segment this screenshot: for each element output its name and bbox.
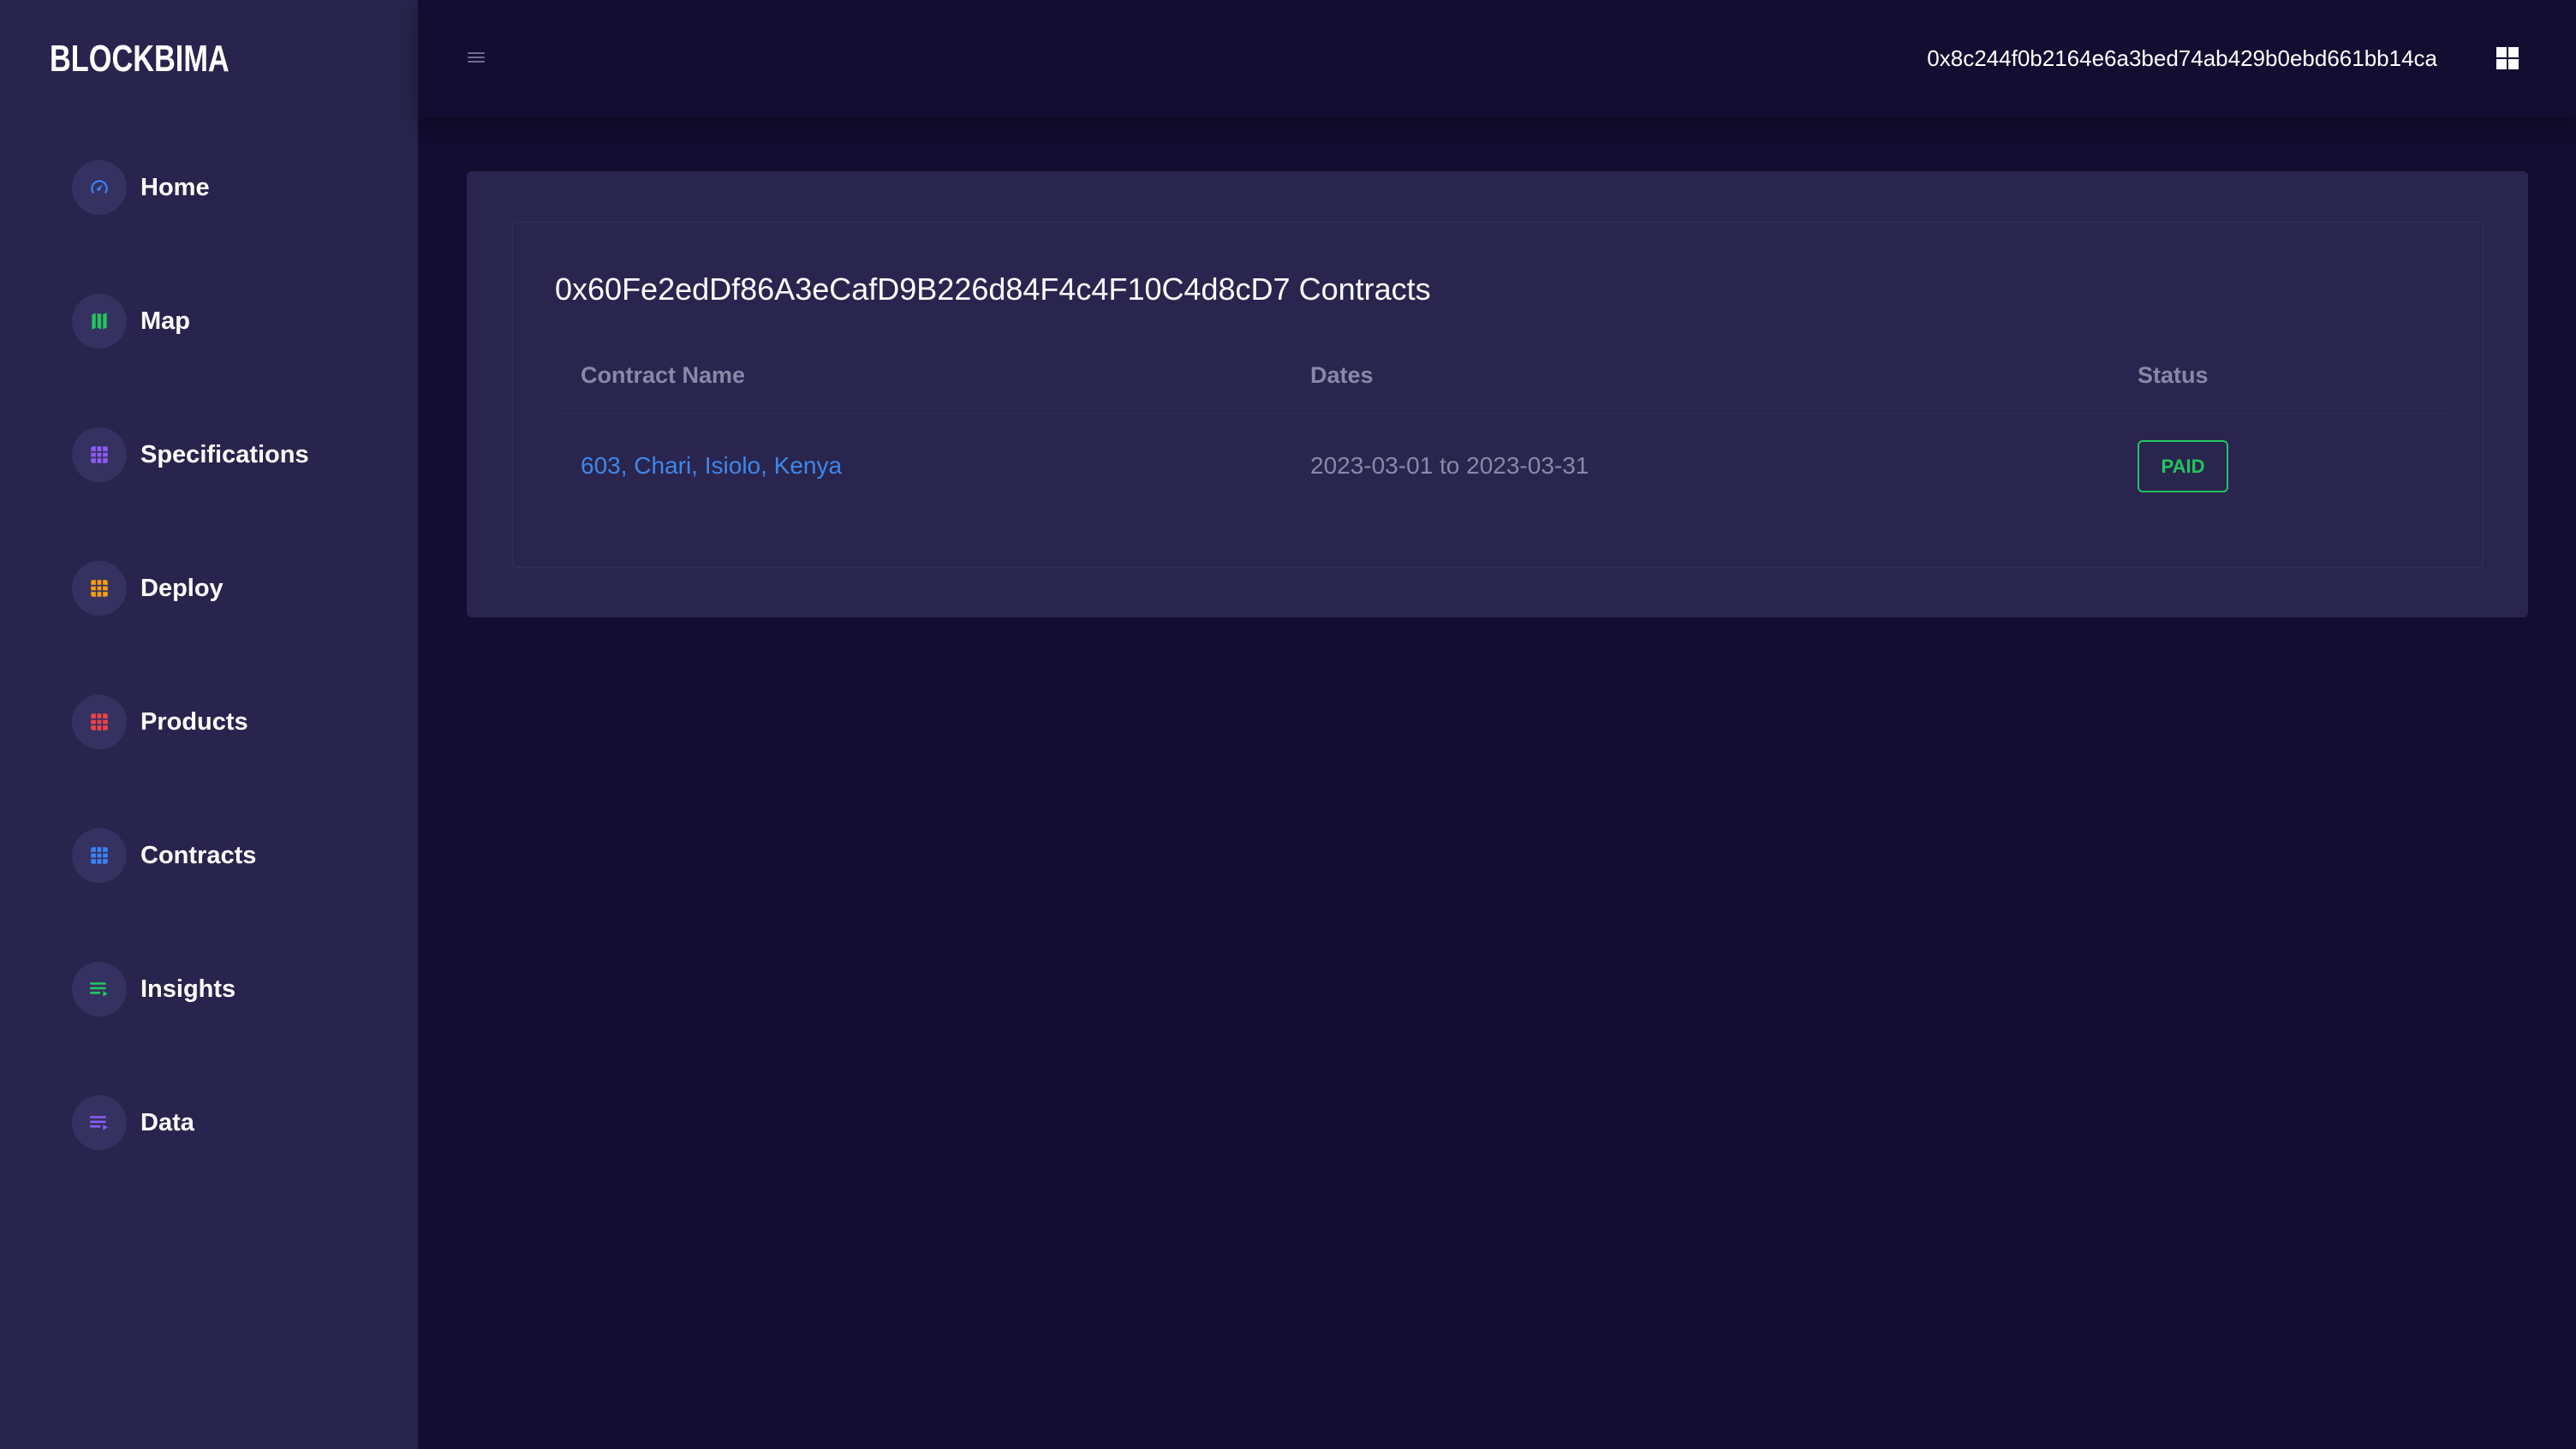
speedometer-icon: [72, 160, 127, 215]
contract-dates: 2023-03-01 to 2023-03-31: [1310, 452, 1589, 479]
sidebar-item-contracts[interactable]: Contracts: [72, 827, 256, 884]
sidebar: BLOCKBIMA Home Map Specifications Deploy…: [0, 0, 418, 1449]
grid-icon: [72, 427, 127, 482]
page-title: 0x60Fe2edDf86A3eCafD9B226d84F4c4F10C4d8c…: [555, 271, 1431, 307]
sidebar-item-label: Home: [140, 173, 210, 201]
status-badge: PAID: [2138, 440, 2228, 492]
sidebar-item-products[interactable]: Products: [72, 694, 248, 750]
sidebar-item-label: Products: [140, 707, 248, 736]
column-header-dates: Dates: [1310, 362, 1374, 388]
hamburger-icon[interactable]: [466, 48, 486, 69]
column-header-status: Status: [2138, 362, 2209, 388]
brand-logo[interactable]: BLOCKBIMA: [50, 38, 230, 80]
sidebar-item-map[interactable]: Map: [72, 293, 190, 349]
table-divider: [555, 413, 2449, 414]
sidebar-item-label: Insights: [140, 975, 236, 1003]
map-icon: [72, 294, 127, 349]
column-header-contract-name: Contract Name: [581, 362, 746, 388]
grid-icon: [72, 695, 127, 749]
list-icon: [72, 962, 127, 1017]
apps-grid-icon[interactable]: [2496, 46, 2519, 70]
grid-icon: [72, 561, 127, 616]
sidebar-item-label: Deploy: [140, 574, 224, 602]
contract-name-link[interactable]: 603, Chari, Isiolo, Kenya: [581, 450, 842, 481]
sidebar-item-specifications[interactable]: Specifications: [72, 426, 309, 483]
sidebar-item-data[interactable]: Data: [72, 1094, 194, 1151]
sidebar-item-label: Data: [140, 1108, 194, 1136]
sidebar-item-home[interactable]: Home: [72, 159, 210, 216]
sidebar-item-insights[interactable]: Insights: [72, 961, 236, 1017]
sidebar-item-deploy[interactable]: Deploy: [72, 560, 224, 617]
sidebar-item-label: Specifications: [140, 440, 309, 468]
list-icon: [72, 1095, 127, 1150]
wallet-address[interactable]: 0x8c244f0b2164e6a3bed74ab429b0ebd661bb14…: [1927, 43, 2437, 74]
sidebar-item-label: Map: [140, 307, 190, 335]
sidebar-item-label: Contracts: [140, 841, 257, 869]
grid-icon: [72, 828, 127, 883]
